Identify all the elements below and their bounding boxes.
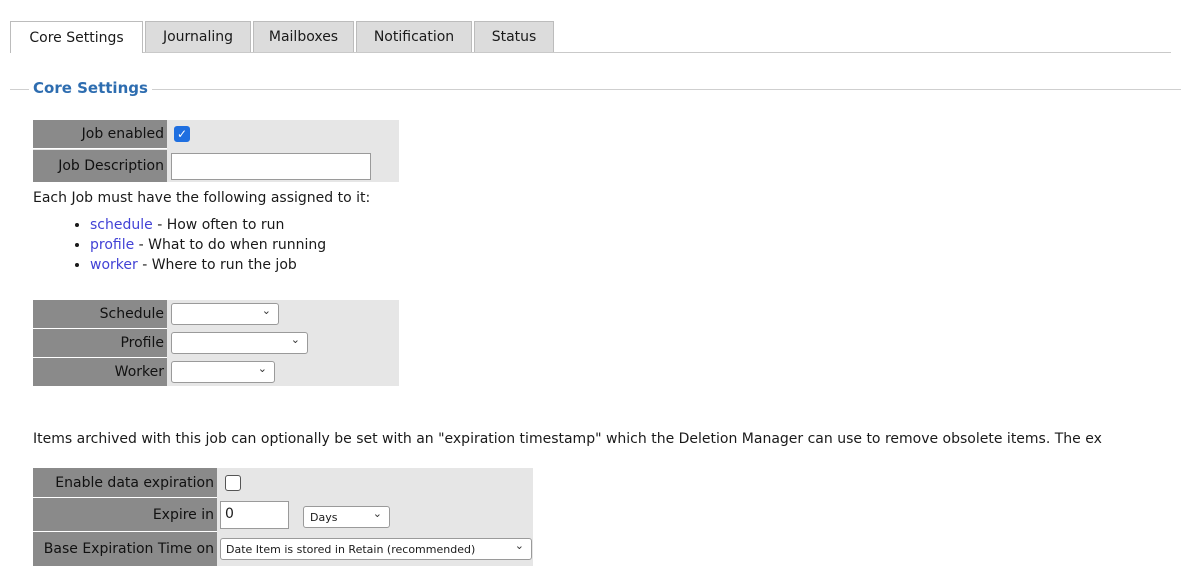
- chevron-down-icon: ⌄: [372, 507, 382, 520]
- expire-in-input[interactable]: 0: [220, 501, 289, 529]
- worker-select[interactable]: ⌄: [171, 361, 275, 383]
- chevron-down-icon: ⌄: [514, 539, 524, 552]
- section-legend: Core Settings: [29, 79, 152, 97]
- job-description-label: Job Description: [33, 150, 167, 182]
- schedule-select[interactable]: ⌄: [171, 303, 279, 325]
- list-item: schedule - How often to run: [90, 215, 326, 235]
- list-item: profile - What to do when running: [90, 235, 326, 255]
- expire-unit-select[interactable]: Days ⌄: [303, 506, 390, 528]
- worker-term: worker: [90, 257, 138, 273]
- base-expiration-select[interactable]: Date Item is stored in Retain (recommend…: [220, 538, 532, 560]
- fieldset-border: [10, 89, 1181, 90]
- job-description-input[interactable]: [171, 153, 371, 180]
- expire-unit-value: Days: [310, 510, 338, 524]
- job-enabled-label: Job enabled: [33, 120, 167, 149]
- schedule-desc: - How often to run: [152, 217, 285, 233]
- job-enabled-checkbox[interactable]: ✓: [174, 126, 190, 142]
- expiration-block: Enable data expiration Expire in 0 Days …: [33, 468, 533, 566]
- chevron-down-icon: ⌄: [290, 333, 300, 346]
- enable-expiration-checkbox[interactable]: [225, 475, 241, 491]
- tab-core-settings[interactable]: Core Settings: [10, 21, 143, 53]
- expiration-note: Items archived with this job can optiona…: [33, 431, 1102, 447]
- requirements-list: schedule - How often to run profile - Wh…: [60, 215, 326, 275]
- profile-label: Profile: [33, 329, 167, 358]
- profile-desc: - What to do when running: [134, 237, 327, 253]
- worker-desc: - Where to run the job: [137, 257, 297, 273]
- tab-mailboxes[interactable]: Mailboxes: [253, 21, 354, 52]
- requirements-intro: Each Job must have the following assigne…: [33, 190, 371, 206]
- list-item: worker - Where to run the job: [90, 255, 326, 275]
- enable-expiration-label: Enable data expiration: [33, 468, 217, 498]
- assignment-block: Schedule ⌄ Profile ⌄ Worker ⌄: [33, 300, 399, 386]
- tab-status[interactable]: Status: [474, 21, 554, 52]
- tab-notification[interactable]: Notification: [356, 21, 472, 52]
- worker-label: Worker: [33, 358, 167, 386]
- profile-select[interactable]: ⌄: [171, 332, 308, 354]
- tab-journaling[interactable]: Journaling: [145, 21, 251, 52]
- base-expiration-value: Date Item is stored in Retain (recommend…: [226, 542, 476, 556]
- chevron-down-icon: ⌄: [257, 362, 267, 375]
- schedule-label: Schedule: [33, 300, 167, 329]
- tab-bar: Core Settings Journaling Mailboxes Notif…: [10, 21, 1171, 53]
- expire-in-label: Expire in: [33, 498, 217, 532]
- chevron-down-icon: ⌄: [261, 304, 271, 317]
- job-basic-block: Job enabled ✓ Job Description: [33, 120, 399, 182]
- profile-term: profile: [90, 237, 135, 253]
- base-expiration-label: Base Expiration Time on: [33, 532, 217, 566]
- schedule-term: schedule: [90, 217, 153, 233]
